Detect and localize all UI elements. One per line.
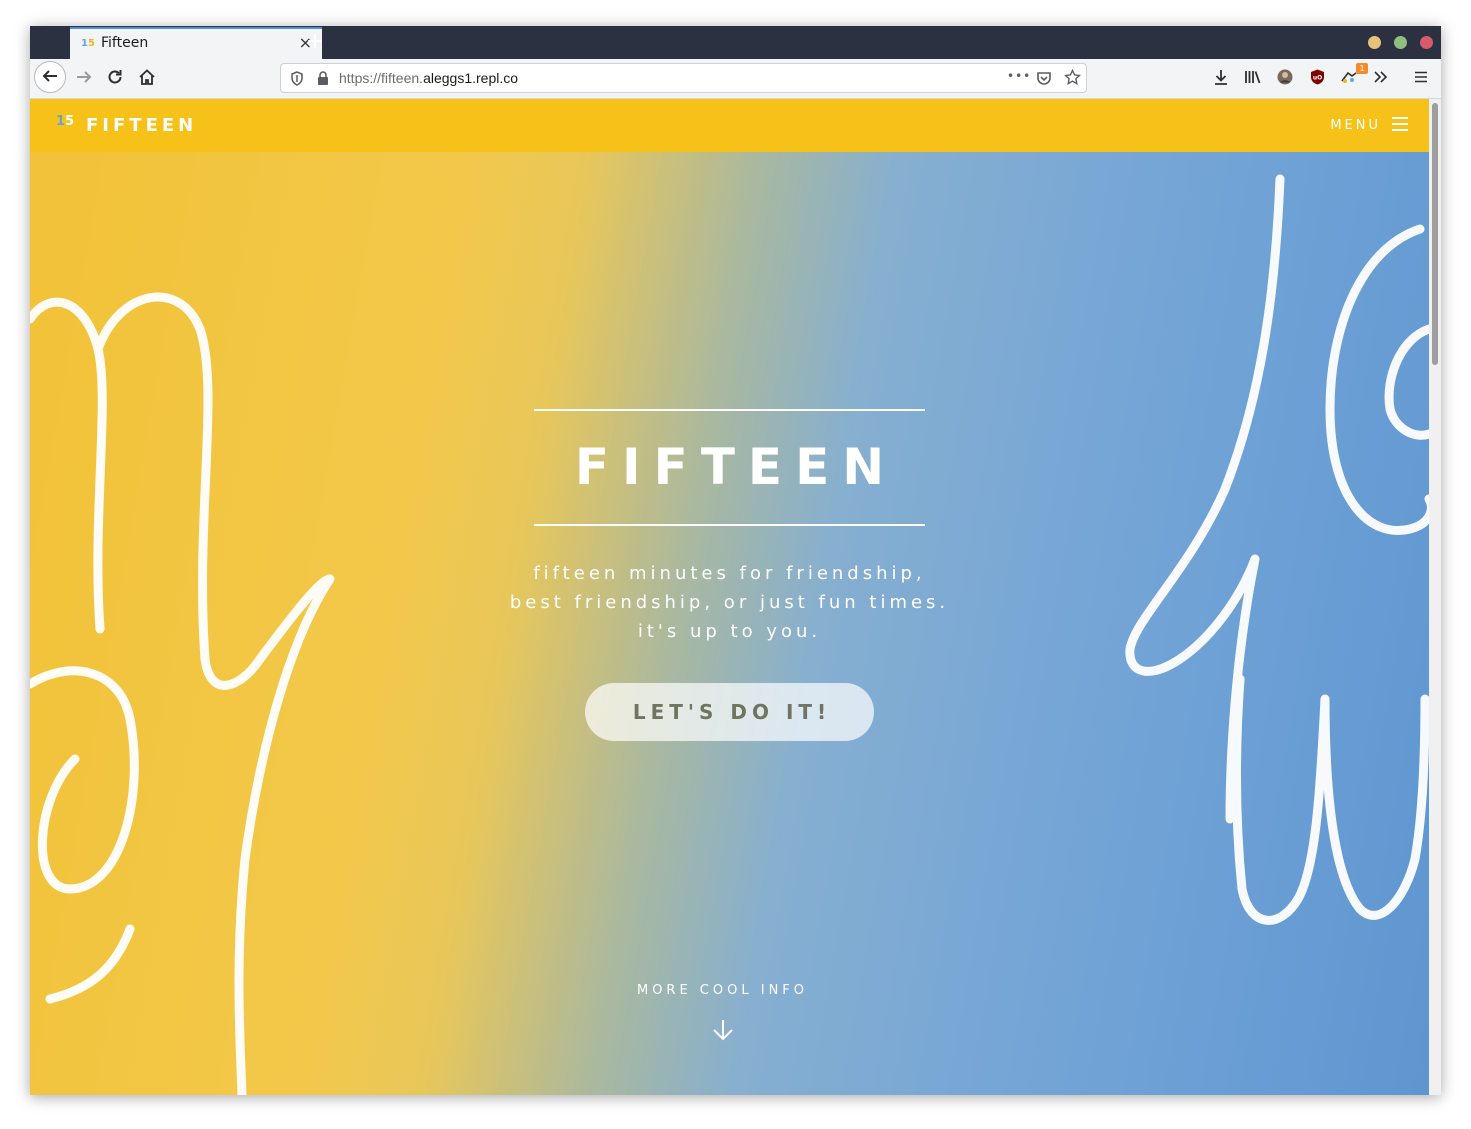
forward-arrow-icon xyxy=(77,70,92,83)
hero-top-rule xyxy=(534,409,925,411)
downloads-button[interactable] xyxy=(1209,66,1233,90)
hamburger-menu-icon xyxy=(1415,71,1427,83)
account-button[interactable] xyxy=(1273,66,1297,90)
forward-button[interactable] xyxy=(70,64,98,92)
arrow-down-icon[interactable] xyxy=(711,1018,735,1042)
tab-strip: 15 Fifteen × + xyxy=(30,26,1441,59)
overflow-button[interactable] xyxy=(1369,66,1393,90)
page-viewport: 15 FIFTEEN MENU FIFTEEN fifteen minutes … xyxy=(30,99,1429,1095)
ublock-button[interactable]: uO xyxy=(1305,66,1329,90)
tagline-line-1: fifteen minutes for friendship, xyxy=(533,563,926,584)
hero-title: FIFTEEN xyxy=(574,438,898,496)
account-avatar-icon xyxy=(1277,69,1293,85)
library-button[interactable] xyxy=(1241,66,1265,90)
hero-bottom-rule xyxy=(534,524,925,526)
shield-icon[interactable] xyxy=(290,71,304,86)
favicon-icon: 15 xyxy=(81,38,95,49)
url-prefix: https://fifteen. xyxy=(339,70,424,86)
more-info-link[interactable]: MORE COOL INFO xyxy=(30,983,1415,998)
maximize-button[interactable] xyxy=(1394,36,1407,49)
overflow-chevron-icon xyxy=(1374,71,1388,83)
tab-fifteen[interactable]: 15 Fifteen × xyxy=(70,27,322,59)
pocket-icon[interactable] xyxy=(1036,70,1052,86)
back-arrow-icon xyxy=(42,69,57,82)
bookmark-star-icon[interactable] xyxy=(1064,69,1081,86)
tab-title: Fifteen xyxy=(101,35,149,51)
downloads-icon xyxy=(1215,70,1227,85)
tagline-line-2: best friendship, or just fun times. xyxy=(509,592,950,613)
reload-icon xyxy=(108,69,122,83)
scrollbar[interactable] xyxy=(1429,99,1441,1095)
svg-text:uO: uO xyxy=(1312,75,1321,82)
extension-badge: 1 xyxy=(1356,63,1368,74)
lets-do-it-button[interactable]: LET'S DO IT! xyxy=(585,683,874,741)
scrollbar-thumb[interactable] xyxy=(1432,103,1438,365)
hero-section: FIFTEEN fifteen minutes for friendship, … xyxy=(30,99,1429,1095)
home-icon xyxy=(139,68,155,85)
minimize-button[interactable] xyxy=(1368,36,1381,49)
ublock-icon: uO xyxy=(1310,69,1324,85)
reload-button[interactable] xyxy=(101,64,129,92)
page-actions-icon[interactable]: ••• xyxy=(1007,69,1031,83)
close-window-button[interactable] xyxy=(1420,36,1433,49)
home-button[interactable] xyxy=(133,64,161,92)
new-tab-button[interactable]: + xyxy=(302,29,328,55)
navigation-toolbar: https://fifteen.aleggs1.repl.co ••• uO 1 xyxy=(30,59,1441,99)
browser-window: 15 Fifteen × + https://fifteen.aleggs1.r… xyxy=(30,26,1441,1095)
library-icon xyxy=(1245,71,1261,84)
app-menu-button[interactable] xyxy=(1409,66,1433,90)
url-text[interactable]: https://fifteen.aleggs1.repl.co xyxy=(339,70,518,86)
lock-icon[interactable] xyxy=(317,71,329,86)
tagline-line-3: it's up to you. xyxy=(637,621,822,642)
url-bar[interactable]: https://fifteen.aleggs1.repl.co ••• xyxy=(280,63,1087,93)
back-button[interactable] xyxy=(34,61,66,93)
url-domain: aleggs1.repl.co xyxy=(423,70,519,86)
